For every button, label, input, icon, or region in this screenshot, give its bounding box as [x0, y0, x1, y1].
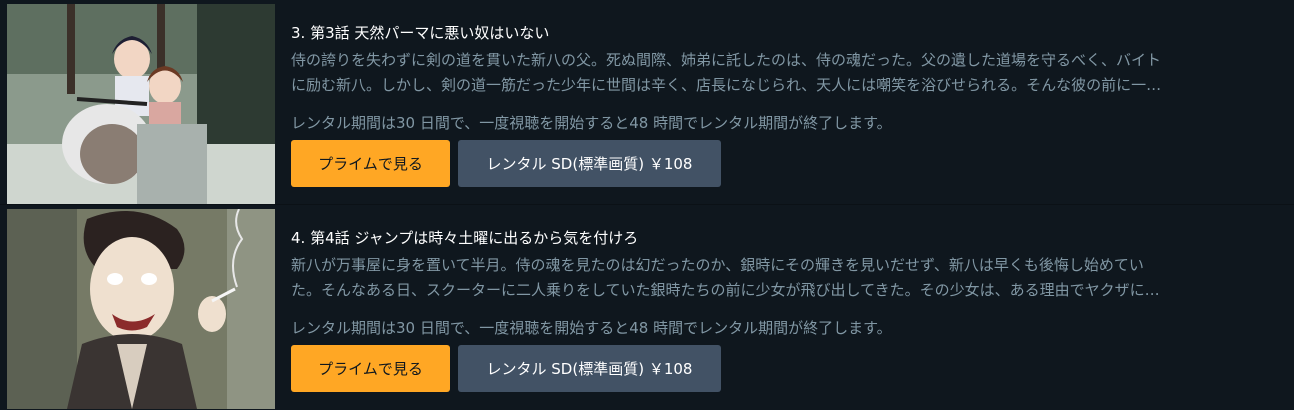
watch-with-prime-button[interactable]: プライムで見る — [291, 140, 450, 187]
episode-list: 3. 第3話 天然パーマに悪い奴はいない 侍の誇りを失わずに剣の道を貫いた新八の… — [0, 0, 1294, 410]
rental-note: レンタル期間は30 日間で、一度視聴を開始すると48 時間でレンタル期間が終了し… — [291, 114, 892, 132]
episode-title[interactable]: 3. 第3話 天然パーマに悪い奴はいない — [291, 22, 549, 43]
episode-synopsis: 侍の誇りを失わずに剣の道を貫いた新八の父。死ぬ間際、姉弟に託したのは、侍の魂だっ… — [291, 48, 1276, 98]
rent-sd-button[interactable]: レンタル SD(標準画質) ￥108 — [458, 345, 721, 392]
synopsis-line: に励む新八。しかし、剣の道一筋だった少年に世間は辛く、店長になじられ、天人には嘲… — [291, 76, 1162, 94]
synopsis-line: た。そんなある日、スクーターに二人乗りをしていた銀時たちの前に少女が飛び出してき… — [291, 281, 1160, 299]
rent-sd-button[interactable]: レンタル SD(標準画質) ￥108 — [458, 140, 721, 187]
synopsis-line: 新八が万事屋に身を置いて半月。侍の魂を見たのは幻だったのか、銀時にその輝きを見い… — [291, 256, 1144, 274]
episode-thumbnail[interactable] — [7, 4, 275, 204]
episode-row: 3. 第3話 天然パーマに悪い奴はいない 侍の誇りを失わずに剣の道を貫いた新八の… — [0, 4, 1294, 204]
row-divider — [0, 204, 1294, 205]
rental-note: レンタル期間は30 日間で、一度視聴を開始すると48 時間でレンタル期間が終了し… — [291, 319, 892, 337]
watch-with-prime-button[interactable]: プライムで見る — [291, 345, 450, 392]
episode-row: 4. 第4話 ジャンプは時々土曜に出るから気を付けろ 新八が万事屋に身を置いて半… — [0, 209, 1294, 409]
episode-synopsis: 新八が万事屋に身を置いて半月。侍の魂を見たのは幻だったのか、銀時にその輝きを見い… — [291, 253, 1276, 303]
episode-thumbnail[interactable] — [7, 209, 275, 409]
synopsis-line: 侍の誇りを失わずに剣の道を貫いた新八の父。死ぬ間際、姉弟に託したのは、侍の魂だっ… — [291, 51, 1162, 69]
episode-title[interactable]: 4. 第4話 ジャンプは時々土曜に出るから気を付けろ — [291, 227, 638, 248]
